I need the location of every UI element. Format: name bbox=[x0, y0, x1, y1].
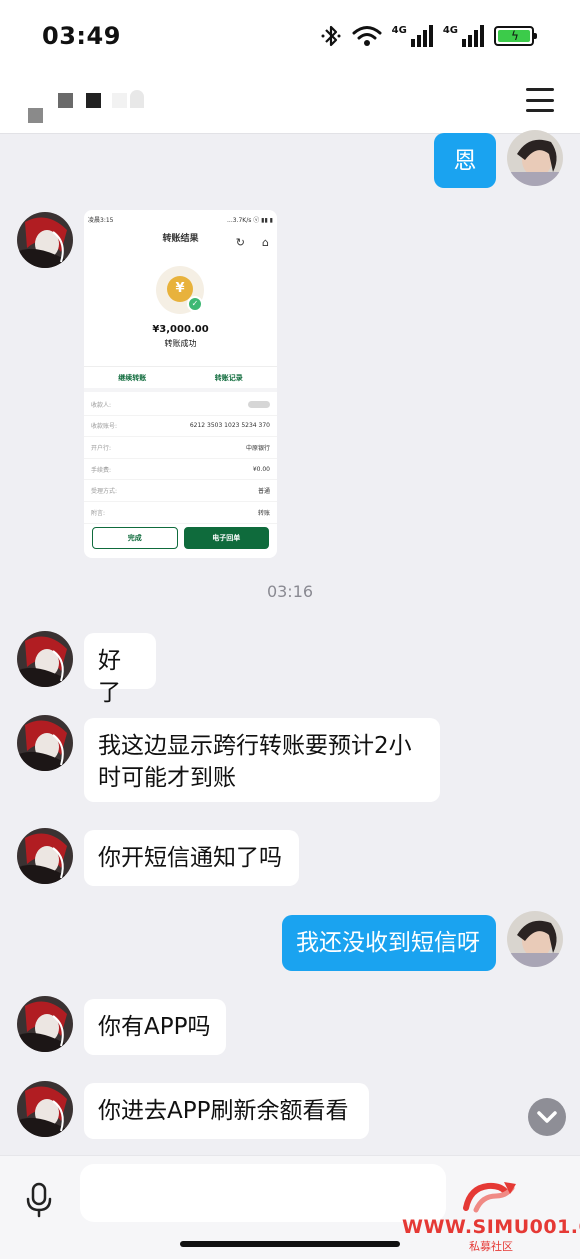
my-avatar[interactable] bbox=[507, 911, 563, 967]
transfer-screenshot-image[interactable]: 凌晨3:15 ...3.7K/s ⓥ ▮▮ ▮ 转账结果 ↻ ⌂ ¥ ✓ ¥3,… bbox=[84, 210, 277, 558]
detail-row: 收款人: bbox=[84, 394, 277, 416]
detail-label: 开户行: bbox=[91, 444, 112, 452]
message-text: 你进去APP刷新余额看看 bbox=[98, 1098, 349, 1124]
contact-avatar[interactable] bbox=[17, 996, 73, 1052]
redacted-payee bbox=[248, 400, 270, 408]
detail-row: 受理方式: 普通 bbox=[84, 480, 277, 502]
outgoing-message[interactable]: 恩 bbox=[434, 133, 496, 188]
detail-label: 收款账号: bbox=[91, 423, 118, 431]
detail-label: 收款人: bbox=[91, 401, 112, 409]
detail-label: 附言: bbox=[91, 509, 106, 517]
detail-value: ¥0.00 bbox=[252, 465, 270, 473]
redacted-name-block bbox=[28, 108, 43, 123]
bluetooth-icon bbox=[321, 25, 341, 47]
message-timestamp: 03:16 bbox=[266, 582, 314, 601]
detail-row: 附言: 转账 bbox=[84, 502, 277, 524]
message-text: 好了 bbox=[98, 648, 121, 706]
divider bbox=[84, 366, 277, 367]
home-icon: ⌂ bbox=[262, 236, 269, 249]
my-avatar[interactable] bbox=[507, 130, 563, 186]
watermark-site: WWW.SIMU001.CN bbox=[402, 1216, 580, 1238]
wifi-icon bbox=[352, 26, 382, 46]
screenshot-buttons: 完成 电子回单 bbox=[92, 527, 269, 549]
redacted-name-block bbox=[112, 93, 127, 108]
menu-button[interactable] bbox=[526, 88, 554, 112]
screenshot-time: 凌晨3:15 bbox=[88, 217, 114, 224]
incoming-message[interactable]: 你有APP吗 bbox=[84, 999, 226, 1055]
screenshot-status-right: ...3.7K/s ⓥ ▮▮ ▮ bbox=[227, 217, 273, 224]
detail-row: 手续费: ¥0.00 bbox=[84, 459, 277, 481]
status-bar: 03:49 4G 4G ϟ bbox=[0, 0, 580, 72]
microphone-icon[interactable] bbox=[24, 1182, 54, 1218]
contact-avatar[interactable] bbox=[17, 1081, 73, 1137]
watermark-subtitle: 私募社区 bbox=[469, 1240, 513, 1253]
screenshot-title: 转账结果 bbox=[162, 234, 199, 244]
contact-avatar[interactable] bbox=[17, 631, 73, 687]
coin-icon: ¥ ✓ bbox=[156, 266, 204, 314]
message-input[interactable] bbox=[80, 1164, 446, 1222]
detail-value: 普通 bbox=[257, 488, 270, 496]
transfer-result: 转账成功 bbox=[164, 339, 197, 348]
chevron-down-icon bbox=[537, 1111, 557, 1123]
transfer-details: 收款人: 收款账号: 6212 3503 1023 5234 370 开户行: … bbox=[84, 394, 277, 524]
continue-transfer-link: 继续转账 bbox=[118, 374, 147, 382]
status-icons: 4G 4G ϟ bbox=[320, 24, 537, 48]
refresh-icon: ↻ bbox=[235, 236, 245, 249]
incoming-message[interactable]: 你开短信通知了吗 bbox=[84, 830, 299, 886]
transfer-amount: ¥3,000.00 bbox=[152, 324, 209, 335]
message-text: 你有APP吗 bbox=[98, 1014, 211, 1040]
contact-avatar[interactable] bbox=[17, 828, 73, 884]
screenshot-actions: 继续转账 转账记录 bbox=[84, 373, 277, 383]
scroll-to-bottom-button[interactable] bbox=[528, 1098, 566, 1136]
watermark-logo-icon bbox=[463, 1182, 516, 1213]
chat-header bbox=[0, 72, 580, 134]
screenshot-header: 转账结果 ↻ ⌂ bbox=[84, 228, 277, 250]
incoming-message[interactable]: 你进去APP刷新余额看看 bbox=[84, 1083, 369, 1139]
screenshot-status-bar: 凌晨3:15 ...3.7K/s ⓥ ▮▮ ▮ bbox=[84, 210, 277, 228]
signal-icon: 4G bbox=[443, 25, 484, 47]
contact-avatar[interactable] bbox=[17, 715, 73, 771]
divider bbox=[84, 388, 277, 392]
redacted-name-block bbox=[58, 93, 73, 108]
watermark: WWW.SIMU001.CN 私募社区 bbox=[402, 1178, 580, 1259]
detail-row: 开户行: 中原银行 bbox=[84, 437, 277, 459]
e-receipt-button: 电子回单 bbox=[183, 527, 269, 549]
message-text: 我还没收到短信呀 bbox=[296, 930, 480, 956]
message-text: 我这边显示跨行转账要预计2小时可能才到账 bbox=[98, 733, 412, 791]
signal-icon: 4G bbox=[392, 25, 433, 47]
detail-label: 受理方式: bbox=[91, 488, 118, 496]
network-tag: 4G bbox=[442, 25, 458, 36]
detail-label: 手续费: bbox=[91, 466, 112, 474]
contact-avatar[interactable] bbox=[17, 212, 73, 268]
incoming-message[interactable]: 好了 bbox=[84, 633, 156, 706]
detail-value: 6212 3503 1023 5234 370 bbox=[189, 422, 270, 430]
detail-row: 收款账号: 6212 3503 1023 5234 370 bbox=[84, 416, 277, 438]
home-indicator bbox=[180, 1241, 400, 1247]
outgoing-message[interactable]: 我还没收到短信呀 bbox=[282, 915, 496, 971]
message-text: 你开短信通知了吗 bbox=[98, 845, 282, 871]
message-text: 恩 bbox=[453, 148, 477, 174]
done-button: 完成 bbox=[92, 527, 178, 549]
detail-value: 中原银行 bbox=[245, 444, 270, 452]
status-time: 03:49 bbox=[42, 22, 121, 50]
detail-value: 转账 bbox=[257, 509, 270, 517]
redacted-name-block bbox=[86, 93, 101, 108]
success-check-icon: ✓ bbox=[187, 296, 203, 312]
transfer-records-link: 转账记录 bbox=[214, 374, 243, 382]
battery-charging-icon: ϟ bbox=[494, 26, 537, 46]
incoming-message[interactable]: 我这边显示跨行转账要预计2小时可能才到账 bbox=[84, 718, 440, 802]
redacted-name-block bbox=[130, 90, 144, 108]
network-tag: 4G bbox=[391, 25, 407, 36]
